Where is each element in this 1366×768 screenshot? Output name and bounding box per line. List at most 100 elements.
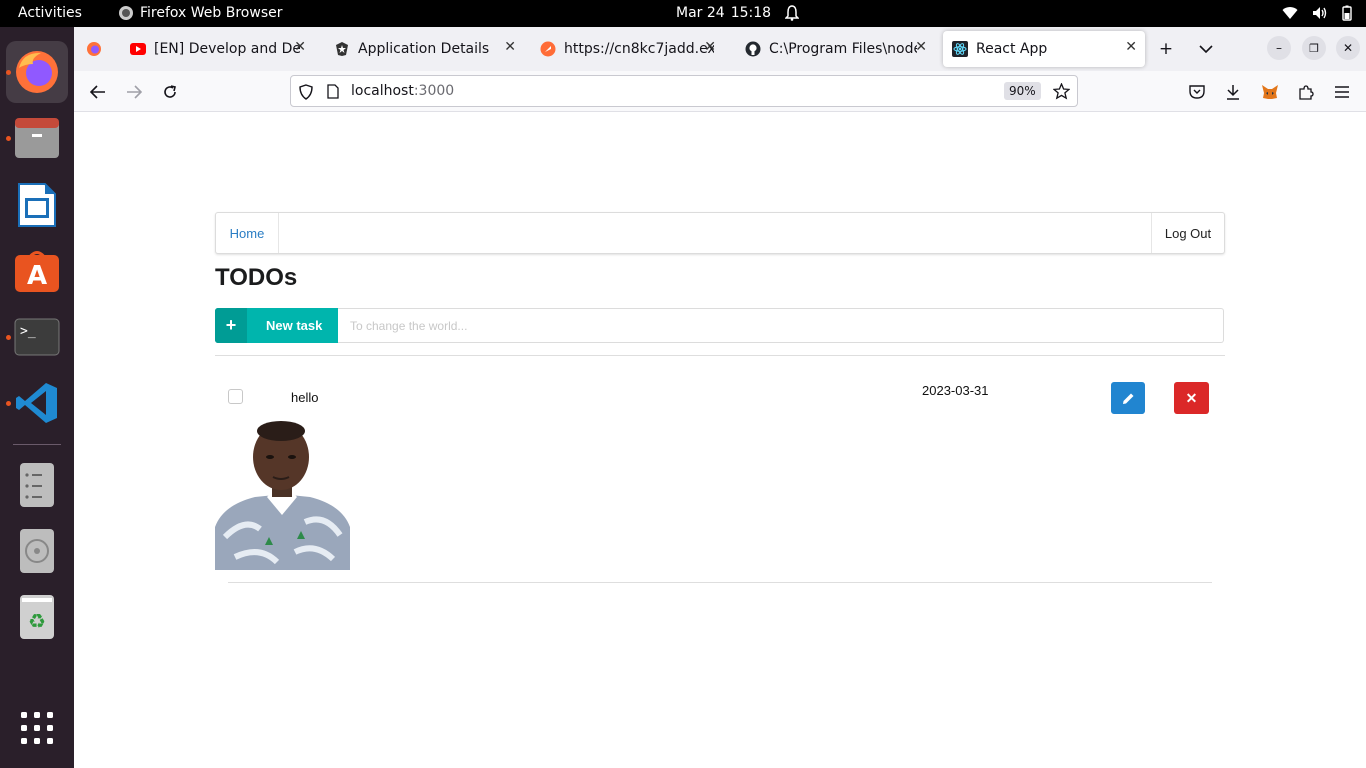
task-name: hello — [291, 390, 319, 405]
tab-application-details[interactable]: Application Details ✕ — [328, 31, 524, 67]
running-indicator — [6, 136, 11, 141]
react-icon — [952, 41, 968, 57]
restore-button[interactable]: ❐ — [1302, 36, 1326, 60]
new-task-button[interactable]: + New task — [215, 308, 338, 343]
dock-writer[interactable] — [6, 174, 68, 236]
tab-postman[interactable]: https://cn8kc7jadd.exe ✕ — [534, 31, 724, 67]
task-date: 2023-03-31 — [922, 383, 989, 398]
forward-button[interactable] — [121, 79, 147, 105]
activities-button[interactable]: Activities — [18, 5, 82, 21]
clock-time: 15:18 — [730, 5, 772, 21]
downloads-button[interactable] — [1220, 79, 1246, 105]
reload-icon — [164, 85, 176, 98]
page-title: TODOs — [215, 264, 298, 291]
pencil-icon — [1122, 393, 1133, 404]
navigation-toolbar: localhost:3000 90% — [74, 71, 1366, 112]
svg-text:>_: >_ — [20, 324, 36, 339]
files-icon — [15, 118, 59, 158]
task-photo — [215, 417, 350, 570]
youtube-icon — [130, 41, 146, 57]
libreoffice-writer-icon — [18, 183, 56, 227]
terminal-icon: >_ — [14, 318, 60, 356]
app-menu[interactable]: Firefox Web Browser — [118, 5, 283, 21]
tracking-shield-icon[interactable] — [299, 84, 313, 100]
tab-youtube[interactable]: [EN] Develop and Dep ✕ — [124, 31, 314, 67]
new-tab-button[interactable]: + — [1153, 36, 1179, 62]
metamask-button[interactable] — [1257, 79, 1283, 105]
top-menu: Home Log Out — [215, 212, 1225, 254]
restore-icon: ❐ — [1309, 41, 1319, 55]
dock-firefox[interactable] — [6, 41, 68, 103]
bookmark-star-icon[interactable] — [1053, 83, 1070, 100]
volume-icon — [1313, 7, 1327, 19]
url-text[interactable]: localhost:3000 — [351, 83, 454, 99]
system-tray[interactable] — [1282, 5, 1352, 21]
tab-title: [EN] Develop and Dep — [154, 41, 300, 57]
plus-icon: + — [1158, 39, 1174, 59]
close-icon: ✕ — [1185, 389, 1198, 406]
page-icon[interactable] — [327, 84, 339, 99]
dock-terminal[interactable]: >_ — [6, 306, 68, 368]
web-page: Home Log Out TODOs + New task To change … — [74, 112, 1366, 768]
person-photo-image — [215, 417, 350, 570]
app-grid-icon — [21, 712, 53, 744]
close-tab-icon[interactable]: ✕ — [915, 39, 927, 55]
arrow-right-icon — [127, 85, 142, 99]
firefox-view-icon — [87, 42, 101, 56]
puzzle-icon — [1299, 85, 1314, 100]
home-link[interactable]: Home — [216, 213, 279, 253]
dock-vscode[interactable] — [6, 372, 68, 434]
software-store-icon: A — [15, 251, 59, 292]
delete-task-button[interactable]: ✕ — [1174, 382, 1209, 414]
postman-icon — [540, 41, 556, 57]
close-tab-icon[interactable]: ✕ — [504, 39, 516, 55]
close-tab-icon[interactable]: ✕ — [294, 39, 306, 55]
list-all-tabs-button[interactable] — [1193, 36, 1219, 62]
new-task-input[interactable]: To change the world... — [338, 308, 1224, 343]
auth0-icon — [334, 41, 350, 57]
app-menu-button[interactable] — [1329, 79, 1355, 105]
close-window-button[interactable]: ✕ — [1336, 36, 1360, 60]
dock-separator — [13, 444, 61, 445]
app-menu-label: Firefox Web Browser — [140, 5, 283, 21]
clock-date: Mar 24 — [676, 5, 725, 21]
reload-button[interactable] — [157, 79, 183, 105]
dock-optical-drive[interactable] — [6, 520, 68, 582]
hamburger-menu-icon — [1335, 86, 1349, 98]
svg-text:♻: ♻ — [28, 609, 46, 633]
disc-drive-icon — [20, 529, 54, 573]
trash-icon: ♻ — [20, 595, 54, 639]
svg-text:A: A — [27, 261, 47, 291]
logout-link[interactable]: Log Out — [1151, 213, 1224, 253]
new-task-label: New task — [266, 318, 323, 333]
arrow-left-icon — [90, 85, 105, 99]
dock-software[interactable]: A — [6, 240, 68, 302]
back-button[interactable] — [85, 79, 111, 105]
pocket-icon — [1189, 85, 1205, 99]
download-icon — [1227, 85, 1239, 100]
close-tab-icon[interactable]: ✕ — [1125, 39, 1137, 55]
url-host: localhost — [351, 83, 414, 99]
zoom-indicator[interactable]: 90% — [1004, 82, 1041, 100]
url-bar[interactable]: localhost:3000 90% — [290, 75, 1078, 107]
drive-icon — [20, 463, 54, 507]
tab-title: C:\Program Files\node — [769, 41, 917, 57]
battery-icon — [1342, 5, 1352, 21]
clock[interactable]: Mar 24 15:18 — [676, 5, 800, 21]
tab-react-app[interactable]: React App ✕ — [943, 31, 1145, 67]
firefox-view-button[interactable] — [81, 36, 107, 62]
chevron-down-icon — [1199, 45, 1213, 53]
extensions-button[interactable] — [1293, 79, 1319, 105]
dock-trash[interactable]: ♻ — [6, 586, 68, 648]
tab-github[interactable]: C:\Program Files\node ✕ — [739, 31, 935, 67]
task-checkbox[interactable] — [228, 389, 243, 404]
edit-task-button[interactable] — [1111, 382, 1145, 414]
close-tab-icon[interactable]: ✕ — [704, 39, 716, 55]
pocket-button[interactable] — [1184, 79, 1210, 105]
minimize-button[interactable]: – — [1267, 36, 1291, 60]
dock-disk-utility[interactable] — [6, 454, 68, 516]
dock-app-grid[interactable] — [6, 697, 68, 759]
dock-files[interactable] — [6, 107, 68, 169]
tab-title: https://cn8kc7jadd.exe — [564, 41, 714, 57]
metamask-fox-icon — [1262, 85, 1278, 99]
